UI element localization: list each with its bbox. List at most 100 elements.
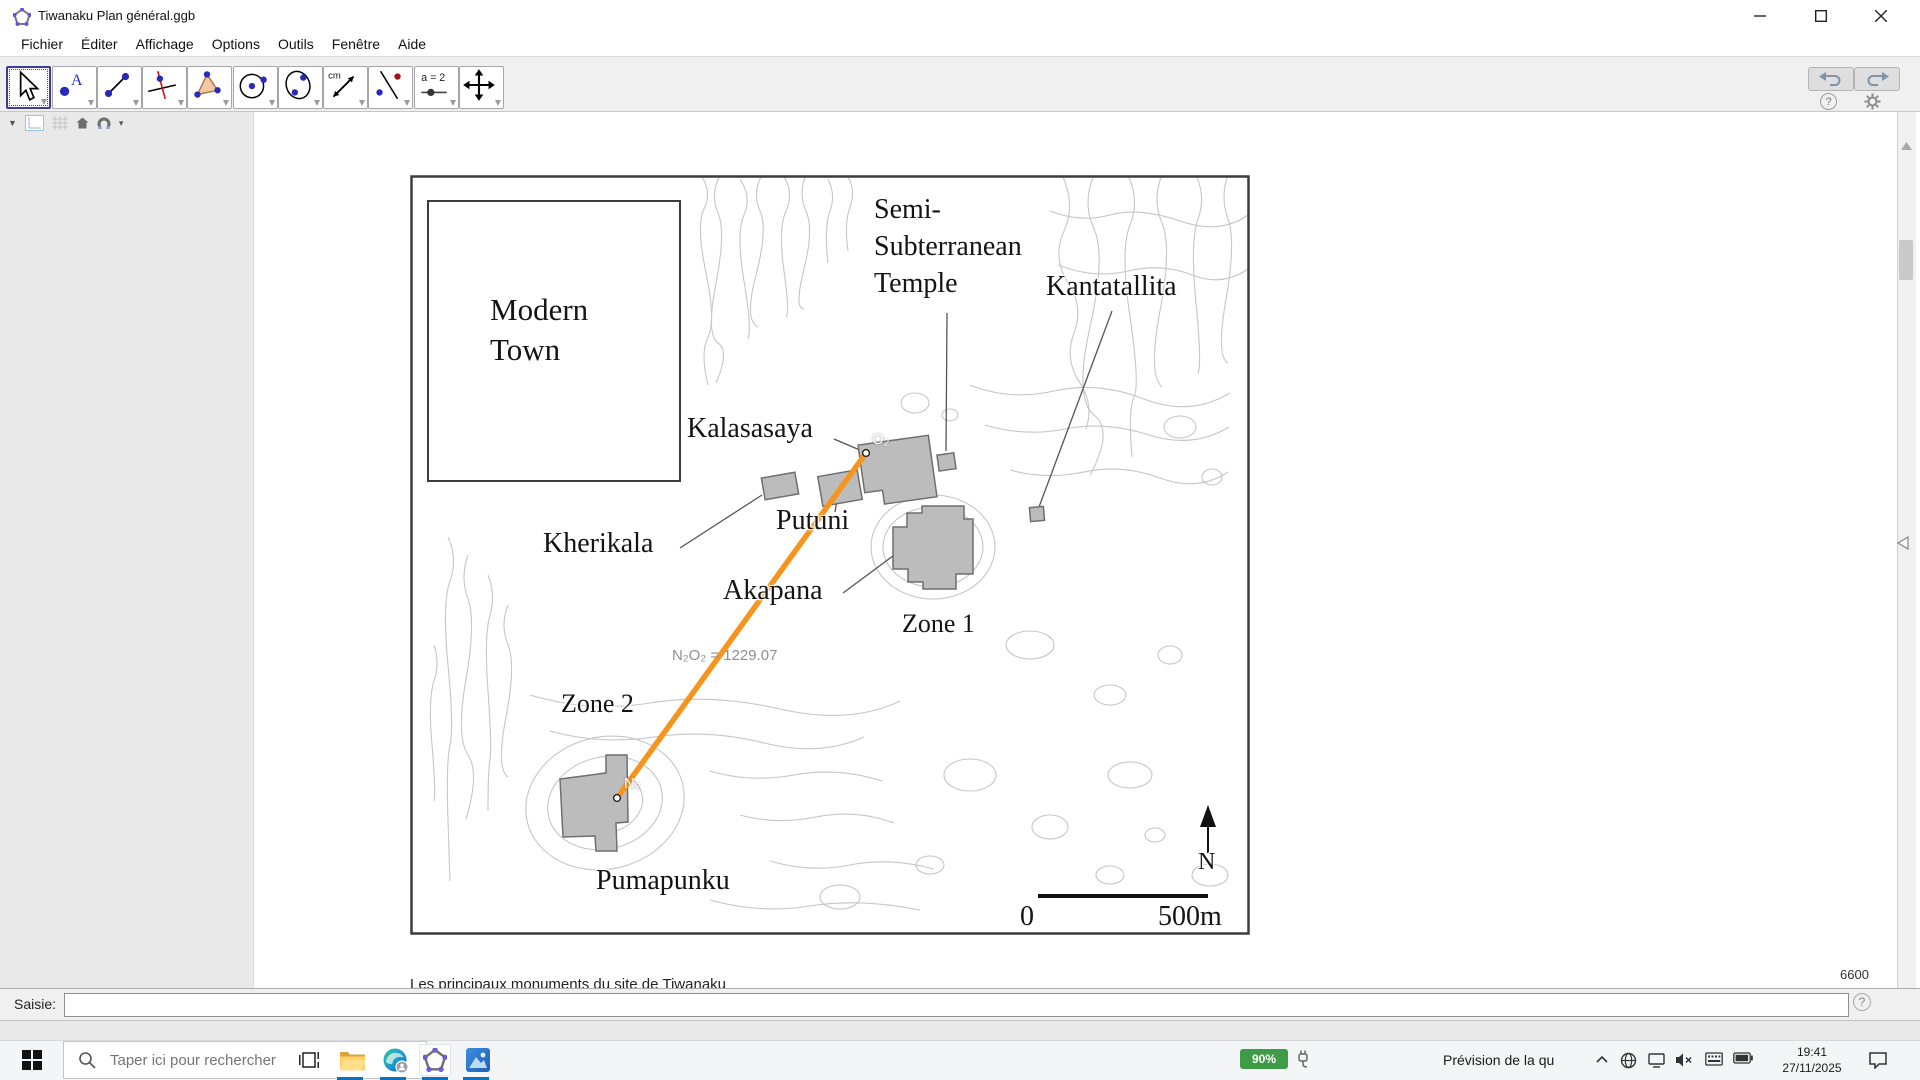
tray-battery-icon[interactable] <box>1733 1052 1753 1064</box>
point-capturing-magnet-button[interactable] <box>97 116 111 130</box>
close-icon <box>1875 10 1887 22</box>
tool-perpendicular-line[interactable] <box>142 66 187 109</box>
minimize-button[interactable] <box>1737 0 1783 31</box>
redo-button[interactable] <box>1854 67 1900 91</box>
taskbar-clock[interactable]: 19:41 27/11/2025 <box>1778 1044 1846 1076</box>
reflect-icon <box>369 67 407 103</box>
taskbar-photos[interactable] <box>462 1044 494 1076</box>
minimize-icon <box>1754 10 1766 22</box>
canvas-left-margin <box>0 112 254 988</box>
point-n2[interactable] <box>614 795 621 802</box>
menu-outils[interactable]: Outils <box>269 34 323 54</box>
tool-reflect[interactable] <box>368 66 413 109</box>
tray-volume-muted-icon[interactable] <box>1675 1052 1693 1068</box>
task-view-icon <box>299 1050 321 1070</box>
close-button[interactable] <box>1858 0 1904 31</box>
taskbar-file-explorer[interactable] <box>336 1044 368 1076</box>
label-akapana: Akapana <box>723 575 823 607</box>
tool-circle[interactable] <box>233 66 278 109</box>
menu-aide[interactable]: Aide <box>389 34 435 54</box>
tool-dropdown-caret[interactable] <box>359 100 365 106</box>
scrollbar-thumb[interactable] <box>1899 240 1913 280</box>
tool-point[interactable]: A <box>52 66 97 109</box>
tool-dropdown-caret[interactable] <box>404 100 410 106</box>
label-semi-subterranean-temple: Semi- Subterranean Temple <box>874 191 1022 302</box>
tool-dropdown-caret[interactable] <box>495 100 501 106</box>
tray-display-icon[interactable] <box>1648 1052 1665 1068</box>
label-modern-town: ModernTown <box>490 290 588 370</box>
graphics-view[interactable]: ▼ ▾ <box>0 112 1920 988</box>
perpendicular-line-icon <box>143 67 181 103</box>
battery-percentage-badge[interactable]: 90% <box>1240 1049 1288 1069</box>
tray-chevron-up-icon[interactable] <box>1594 1052 1610 1068</box>
taskbar-search[interactable] <box>63 1041 427 1079</box>
input-help-glyph: ? <box>1859 995 1866 1009</box>
file-explorer-icon <box>339 1049 366 1071</box>
input-help-button[interactable]: ? <box>1853 993 1871 1011</box>
help-glyph: ? <box>1825 96 1831 108</box>
tool-move[interactable] <box>6 66 51 109</box>
menu-editer[interactable]: Éditer <box>72 34 127 54</box>
undo-button[interactable] <box>1808 67 1854 91</box>
clock-time: 19:41 <box>1778 1044 1846 1060</box>
home-button[interactable] <box>76 117 89 130</box>
geogebra-app-icon <box>423 1048 447 1072</box>
svg-text:A: A <box>71 72 83 89</box>
task-view-button[interactable] <box>294 1044 326 1076</box>
tool-slider[interactable]: a = 2 <box>414 66 459 109</box>
command-input[interactable] <box>64 993 1849 1017</box>
segment-icon <box>98 67 136 103</box>
geogebra-logo-icon <box>13 8 31 26</box>
menu-fenetre[interactable]: Fenêtre <box>323 34 389 54</box>
tool-dropdown-caret[interactable] <box>88 100 94 106</box>
tool-conic[interactable] <box>278 66 323 109</box>
tool-dropdown-caret[interactable] <box>41 99 47 105</box>
canvas-corner-value: 6600 <box>1840 967 1869 982</box>
maximize-button[interactable] <box>1798 0 1844 31</box>
undo-icon <box>1818 71 1844 87</box>
graphics-style-bar: ▼ ▾ <box>8 114 123 132</box>
news-widget-text[interactable]: Prévision de la qu <box>1443 1052 1554 1068</box>
tiwanaku-map-image: ModernTown Semi- Subterranean Temple Kan… <box>410 175 1250 935</box>
tray-touch-keyboard-icon[interactable] <box>1705 1052 1723 1067</box>
tool-polygon[interactable] <box>187 66 232 109</box>
building-kherikala <box>761 472 798 500</box>
tool-distance[interactable]: cm <box>323 66 368 109</box>
distance-measure-icon: cm <box>324 67 362 103</box>
tool-segment[interactable] <box>97 66 142 109</box>
algebra-input-bar: Saisie: ? <box>0 988 1920 1020</box>
tool-dropdown-caret[interactable] <box>450 100 456 106</box>
figure-caption: Les principaux monuments du site de Tiwa… <box>410 976 726 988</box>
tool-dropdown-caret[interactable] <box>133 100 139 106</box>
stylebar-dropdown-caret[interactable]: ▾ <box>119 118 124 129</box>
tool-dropdown-caret[interactable] <box>223 100 229 106</box>
action-center-icon[interactable] <box>1868 1051 1888 1069</box>
panel-collapse-arrow-icon[interactable] <box>1897 536 1909 550</box>
scrollbar-up-icon[interactable] <box>1901 142 1912 150</box>
label-pumapunku: Pumapunku <box>596 865 730 897</box>
building-kalasasaya <box>858 435 937 506</box>
point-o2[interactable] <box>863 450 870 457</box>
taskbar-geogebra-active[interactable] <box>419 1044 451 1076</box>
menu-affichage[interactable]: Affichage <box>127 34 203 54</box>
stylebar-collapse-button[interactable]: ▼ <box>8 118 17 128</box>
label-kherikala: Kherikala <box>543 528 653 560</box>
tray-network-globe-icon[interactable] <box>1620 1052 1637 1069</box>
tool-dropdown-caret[interactable] <box>178 100 184 106</box>
show-axes-button[interactable] <box>25 115 44 131</box>
tool-move-graphics-view[interactable] <box>459 66 504 109</box>
start-button[interactable] <box>16 1044 48 1076</box>
building-kantatallita <box>1029 506 1044 521</box>
input-bar-label: Saisie: <box>14 996 56 1012</box>
charger-plug-icon[interactable] <box>1295 1049 1311 1069</box>
menu-fichier[interactable]: Fichier <box>12 34 72 54</box>
maximize-icon <box>1815 10 1827 22</box>
menu-options[interactable]: Options <box>203 34 269 54</box>
tool-dropdown-caret[interactable] <box>269 100 275 106</box>
tool-dropdown-caret[interactable] <box>314 100 320 106</box>
show-grid-button[interactable] <box>52 116 68 130</box>
help-button[interactable]: ? <box>1820 93 1837 110</box>
edge-icon <box>382 1047 409 1074</box>
svg-text:a = 2: a = 2 <box>421 72 445 84</box>
taskbar-edge-browser[interactable] <box>379 1044 411 1076</box>
